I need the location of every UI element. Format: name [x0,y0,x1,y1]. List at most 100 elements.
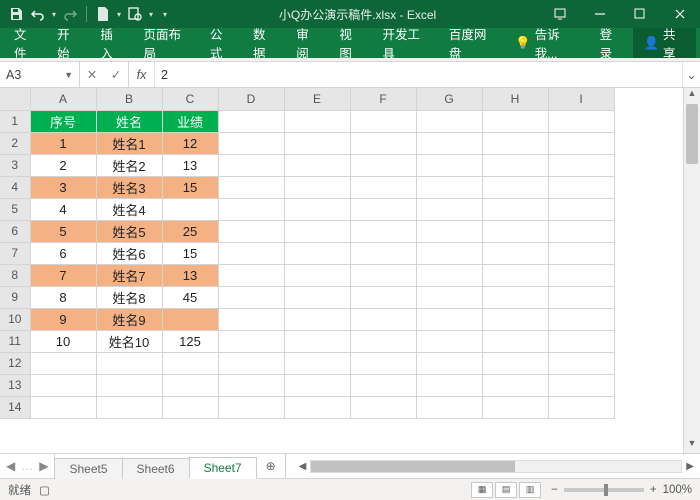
cell-H2[interactable] [482,132,548,154]
cell-G10[interactable] [416,308,482,330]
cell-E1[interactable] [284,110,350,132]
row-header-5[interactable]: 5 [0,198,30,220]
cell-E2[interactable] [284,132,350,154]
cell-D12[interactable] [218,352,284,374]
cell-E6[interactable] [284,220,350,242]
preview-dropdown-icon[interactable]: ▾ [149,10,153,19]
cell-G1[interactable] [416,110,482,132]
cell-A4[interactable]: 3 [30,176,96,198]
cell-C4[interactable]: 15 [162,176,218,198]
cell-G11[interactable] [416,330,482,352]
row-header-11[interactable]: 11 [0,330,30,352]
cell-E5[interactable] [284,198,350,220]
cell-I4[interactable] [548,176,614,198]
cell-B5[interactable]: 姓名4 [96,198,162,220]
column-header-A[interactable]: A [30,88,96,110]
cell-C2[interactable]: 12 [162,132,218,154]
save-icon[interactable] [8,6,24,22]
macro-record-icon[interactable]: ▢ [39,483,50,497]
column-header-H[interactable]: H [482,88,548,110]
cell-A3[interactable]: 2 [30,154,96,176]
cell-G4[interactable] [416,176,482,198]
cell-A9[interactable]: 8 [30,286,96,308]
cell-C9[interactable]: 45 [162,286,218,308]
cell-G9[interactable] [416,286,482,308]
cell-G5[interactable] [416,198,482,220]
cell-H12[interactable] [482,352,548,374]
cell-D13[interactable] [218,374,284,396]
cell-F4[interactable] [350,176,416,198]
cell-F10[interactable] [350,308,416,330]
cell-D10[interactable] [218,308,284,330]
row-header-13[interactable]: 13 [0,374,30,396]
preview-icon[interactable] [127,6,143,22]
column-header-F[interactable]: F [350,88,416,110]
ribbon-tab-文件[interactable]: 文件 [4,28,47,58]
cell-E9[interactable] [284,286,350,308]
cell-H14[interactable] [482,396,548,418]
cell-E14[interactable] [284,396,350,418]
cell-I5[interactable] [548,198,614,220]
view-layout-icon[interactable]: ▤ [495,482,517,498]
column-header-D[interactable]: D [218,88,284,110]
view-normal-icon[interactable]: ▦ [471,482,493,498]
cell-C11[interactable]: 125 [162,330,218,352]
cell-D6[interactable] [218,220,284,242]
cell-A7[interactable]: 6 [30,242,96,264]
cell-G13[interactable] [416,374,482,396]
cell-H6[interactable] [482,220,548,242]
cell-H8[interactable] [482,264,548,286]
accept-formula-icon[interactable]: ✓ [104,67,128,82]
cell-G7[interactable] [416,242,482,264]
ribbon-tab-页面布局[interactable]: 页面布局 [134,28,200,58]
zoom-level[interactable]: 100% [663,484,692,496]
cell-H13[interactable] [482,374,548,396]
cell-D9[interactable] [218,286,284,308]
column-header-G[interactable]: G [416,88,482,110]
scroll-right-icon[interactable]: ▶ [686,461,694,472]
cell-I13[interactable] [548,374,614,396]
row-header-12[interactable]: 12 [0,352,30,374]
undo-dropdown-icon[interactable]: ▾ [52,10,56,19]
signin-button[interactable]: 登录 [590,28,634,58]
cell-A2[interactable]: 1 [30,132,96,154]
ribbon-tab-审阅[interactable]: 审阅 [286,28,329,58]
row-header-8[interactable]: 8 [0,264,30,286]
cell-B6[interactable]: 姓名5 [96,220,162,242]
formula-input[interactable]: 2 [155,62,682,87]
cell-F12[interactable] [350,352,416,374]
cell-B12[interactable] [96,352,162,374]
cell-A5[interactable]: 4 [30,198,96,220]
ribbon-tab-公式[interactable]: 公式 [200,28,243,58]
zoom-out-button[interactable]: − [551,484,558,496]
new-file-icon[interactable] [95,6,111,22]
cell-B11[interactable]: 姓名10 [96,330,162,352]
sheet-tab-Sheet6[interactable]: Sheet6 [122,458,190,479]
share-button[interactable]: 👤共享 [633,28,696,58]
cell-A13[interactable] [30,374,96,396]
cell-I10[interactable] [548,308,614,330]
cell-H11[interactable] [482,330,548,352]
cell-D7[interactable] [218,242,284,264]
cell-C12[interactable] [162,352,218,374]
row-header-4[interactable]: 4 [0,176,30,198]
scroll-left-icon[interactable]: ◀ [299,461,307,472]
vertical-scrollbar[interactable]: ▲ ▼ [683,88,700,453]
cell-F1[interactable] [350,110,416,132]
cell-D4[interactable] [218,176,284,198]
cell-H4[interactable] [482,176,548,198]
row-header-1[interactable]: 1 [0,110,30,132]
name-box[interactable]: A3▼ [0,62,80,87]
cell-D11[interactable] [218,330,284,352]
cell-A10[interactable]: 9 [30,308,96,330]
column-header-C[interactable]: C [162,88,218,110]
ribbon-tab-开始[interactable]: 开始 [47,28,90,58]
sheet-nav-next-icon[interactable]: ▶ [39,459,48,473]
column-header-B[interactable]: B [96,88,162,110]
cell-I8[interactable] [548,264,614,286]
cell-F13[interactable] [350,374,416,396]
cell-D5[interactable] [218,198,284,220]
cell-H10[interactable] [482,308,548,330]
cell-C3[interactable]: 13 [162,154,218,176]
cell-F2[interactable] [350,132,416,154]
